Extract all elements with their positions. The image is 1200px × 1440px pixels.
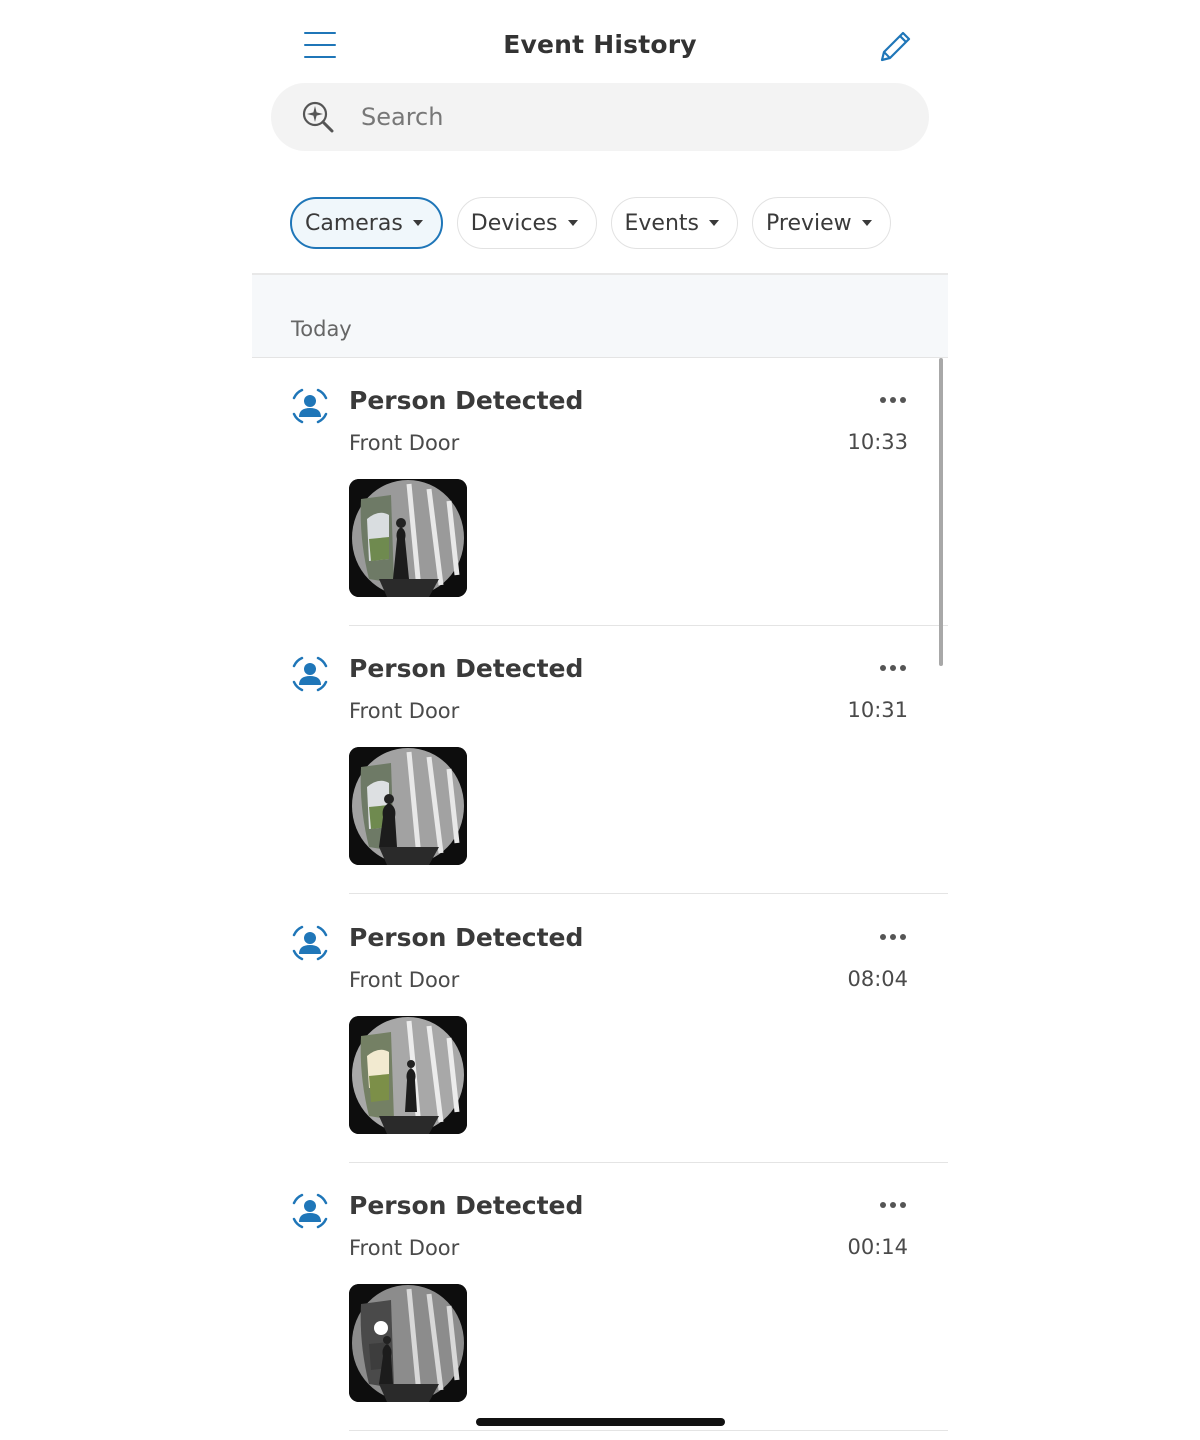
event-device: Front Door xyxy=(349,968,460,992)
event-row[interactable]: Person Detected Front Door 10:33 xyxy=(252,358,948,626)
event-thumbnail[interactable] xyxy=(349,1016,467,1134)
event-time: 10:31 xyxy=(847,698,908,722)
section-label: Today xyxy=(291,317,352,341)
event-time: 08:04 xyxy=(847,967,908,991)
more-dots-icon[interactable] xyxy=(872,1193,914,1217)
filter-bar: Cameras Devices Events Preview xyxy=(290,197,891,249)
person-detection-icon xyxy=(290,654,330,694)
scrollbar[interactable] xyxy=(939,358,943,666)
home-indicator[interactable] xyxy=(476,1418,725,1426)
event-device: Front Door xyxy=(349,699,460,723)
event-history-screen: Event History Cameras Devices xyxy=(252,0,948,1440)
caret-down-icon xyxy=(709,220,719,226)
pencil-icon[interactable] xyxy=(874,26,914,66)
page-title: Event History xyxy=(503,30,697,59)
row-separator xyxy=(349,892,948,894)
caret-down-icon xyxy=(861,220,872,226)
sparkle-search-icon xyxy=(298,97,338,137)
row-separator xyxy=(349,1429,948,1431)
filter-devices[interactable]: Devices xyxy=(456,197,597,249)
filter-cameras[interactable]: Cameras xyxy=(290,197,443,249)
event-device: Front Door xyxy=(349,431,460,455)
filter-preview[interactable]: Preview xyxy=(752,197,891,249)
event-title: Person Detected xyxy=(349,386,584,415)
event-thumbnail[interactable] xyxy=(349,479,467,597)
filter-label: Preview xyxy=(766,210,852,236)
caret-down-icon xyxy=(567,220,578,226)
event-title: Person Detected xyxy=(349,1191,584,1220)
search-input[interactable] xyxy=(361,97,901,137)
filter-label: Events xyxy=(624,210,700,236)
section-header-today: Today xyxy=(252,275,948,358)
event-time: 00:14 xyxy=(847,1235,908,1259)
more-dots-icon[interactable] xyxy=(872,925,914,949)
person-detection-icon xyxy=(290,1191,330,1231)
event-device: Front Door xyxy=(349,1236,460,1260)
event-time: 10:33 xyxy=(847,430,908,454)
person-detection-icon xyxy=(290,386,330,426)
event-thumbnail[interactable] xyxy=(349,747,467,865)
person-detection-icon xyxy=(290,923,330,963)
event-row[interactable]: Person Detected Front Door 00:14 xyxy=(252,1163,948,1431)
search-bar[interactable] xyxy=(271,83,929,151)
event-row[interactable]: Person Detected Front Door 08:04 xyxy=(252,895,948,1163)
event-title: Person Detected xyxy=(349,923,584,952)
filter-label: Devices xyxy=(470,210,558,236)
event-thumbnail[interactable] xyxy=(349,1284,467,1402)
more-dots-icon[interactable] xyxy=(872,388,914,412)
filter-events[interactable]: Events xyxy=(610,197,738,249)
caret-down-icon xyxy=(412,220,423,226)
filter-label: Cameras xyxy=(305,210,403,236)
header: Event History xyxy=(252,0,948,90)
event-title: Person Detected xyxy=(349,654,584,683)
more-dots-icon[interactable] xyxy=(872,656,914,680)
event-row[interactable]: Person Detected Front Door 10:31 xyxy=(252,626,948,894)
